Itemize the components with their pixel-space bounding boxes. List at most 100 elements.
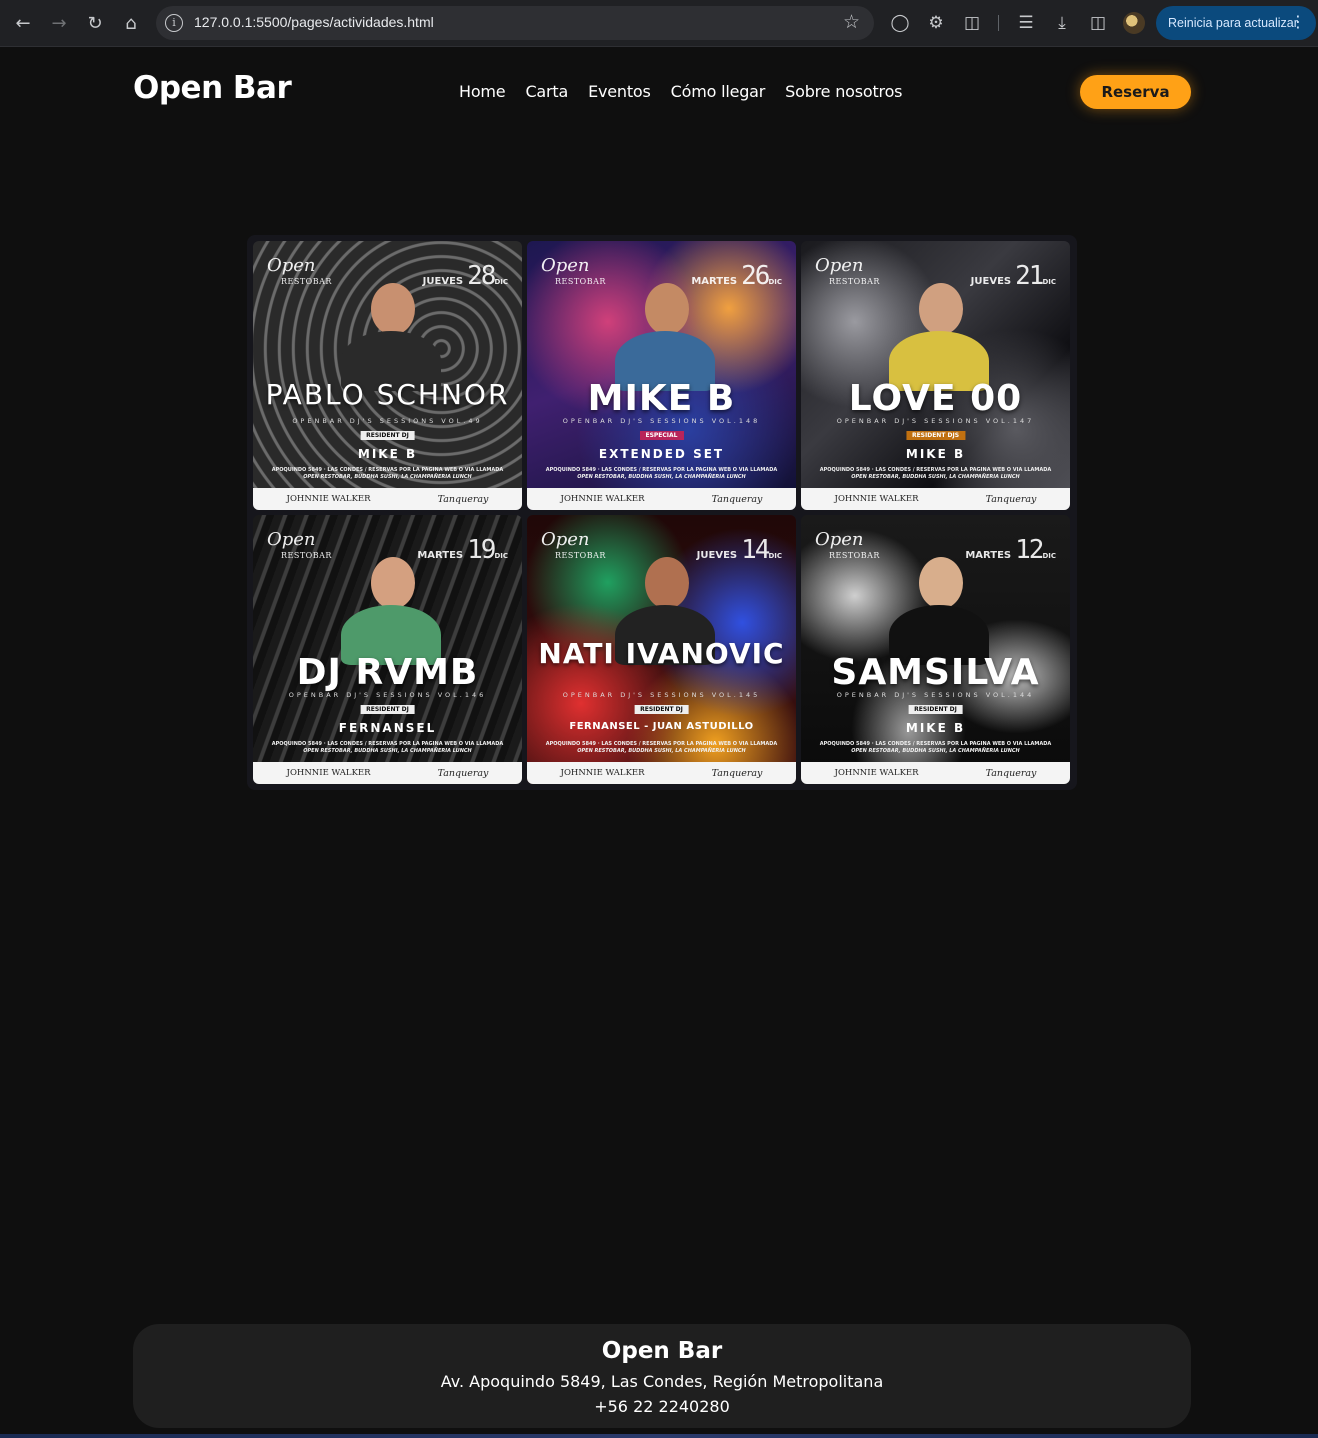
logo-subtext: RESTOBAR <box>555 277 606 286</box>
event-address: APOQUINDO 5849 · LAS CONDES / RESERVAS P… <box>545 467 778 473</box>
event-address: APOQUINDO 5849 · LAS CONDES / RESERVAS P… <box>271 741 504 747</box>
nav-link-home[interactable]: Home <box>459 82 506 101</box>
event-poster[interactable]: Open RESTOBAR MARTES 26DIC MIKE B OPENBAR … <box>527 241 796 510</box>
event-poster[interactable]: Open RESTOBAR JUEVES 28DIC PABLO SCHNOR OP… <box>253 241 522 510</box>
event-address: APOQUINDO 5849 · LAS CONDES / RESERVAS P… <box>271 467 504 473</box>
media-queue-icon[interactable]: ☰ <box>1014 11 1038 35</box>
sponsor-johnnie-walker: JOHNNIE WALKER <box>286 768 371 778</box>
more-vert-icon[interactable]: ⋮ <box>1290 13 1306 31</box>
gear-icon[interactable]: ⚙ <box>924 11 948 35</box>
event-act: MIKE B <box>357 447 418 461</box>
site-footer: Open Bar Av. Apoquindo 5849, Las Condes,… <box>133 1324 1191 1428</box>
nav-link-sobre-nosotros[interactable]: Sobre nosotros <box>785 82 902 101</box>
event-date: JUEVES 21DIC <box>971 261 1056 291</box>
event-weekday: JUEVES <box>970 276 1012 287</box>
reserva-button[interactable]: Reserva <box>1080 75 1191 109</box>
reload-icon[interactable]: ↻ <box>83 11 107 35</box>
dj-photo-head <box>919 283 963 335</box>
event-poster[interactable]: Open RESTOBAR MARTES 12DIC SAMSILVA OPENBA… <box>801 515 1070 784</box>
address-bar[interactable]: i 127.0.0.1:5500/pages/actividades.html … <box>156 6 874 40</box>
logo-subtext: RESTOBAR <box>829 551 880 560</box>
event-weekday: JUEVES <box>696 550 738 561</box>
sponsor-strip: JOHNNIE WALKER Tanqueray <box>527 762 796 784</box>
open-restobar-logo: Open RESTOBAR <box>267 531 332 563</box>
event-date: MARTES 12DIC <box>965 535 1056 565</box>
update-button-label: Reinicia para actualizar <box>1168 16 1298 30</box>
event-poster[interactable]: Open RESTOBAR JUEVES 21DIC LOVE 00 OPENBAR… <box>801 241 1070 510</box>
logo-subtext: RESTOBAR <box>281 551 332 560</box>
event-sessions: OPENBAR DJ'S SESSIONS VOL.146 <box>288 691 487 699</box>
sponsor-tanqueray: Tanqueray <box>711 767 763 779</box>
events-gallery: Open RESTOBAR JUEVES 28DIC PABLO SCHNOR OP… <box>247 235 1077 790</box>
back-icon[interactable]: ← <box>11 11 35 35</box>
event-poster[interactable]: Open RESTOBAR JUEVES 14DIC NATI IVANOVIC O… <box>527 515 796 784</box>
update-button[interactable]: Reinicia para actualizar ⋮ <box>1156 6 1316 40</box>
sponsor-johnnie-walker: JOHNNIE WALKER <box>560 494 645 504</box>
taskbar-edge <box>0 1434 1318 1438</box>
event-tag: RESIDENT DJ <box>908 705 963 714</box>
nav-link-eventos[interactable]: Eventos <box>588 82 651 101</box>
event-act: EXTENDED SET <box>598 447 725 461</box>
event-day-number: 26 <box>741 261 770 291</box>
dj-photo-head <box>371 557 415 609</box>
download-icon[interactable]: ⤓ <box>1050 11 1074 35</box>
event-sessions: OPENBAR DJ'S SESSIONS VOL.148 <box>562 417 761 425</box>
logo-text: Open <box>541 529 590 550</box>
sponsor-strip: JOHNNIE WALKER Tanqueray <box>801 762 1070 784</box>
site-brand[interactable]: Open Bar <box>133 70 292 106</box>
logo-text: Open <box>267 529 316 550</box>
sponsor-johnnie-walker: JOHNNIE WALKER <box>286 494 371 504</box>
home-icon[interactable]: ⌂ <box>119 11 143 35</box>
forward-icon[interactable]: → <box>47 11 71 35</box>
bookmark-star-icon[interactable]: ☆ <box>843 11 860 33</box>
browser-toolbar: ← → ↻ ⌂ i 127.0.0.1:5500/pages/actividad… <box>0 0 1318 47</box>
side-panel-icon[interactable]: ◫ <box>1086 11 1110 35</box>
event-sessions: OPENBAR DJ'S SESSIONS VOL.147 <box>836 417 1035 425</box>
logo-subtext: RESTOBAR <box>829 277 880 286</box>
event-tag: RESIDENT DJS <box>905 431 966 440</box>
event-headliner: LOVE 00 <box>848 378 1023 419</box>
sponsor-johnnie-walker: JOHNNIE WALKER <box>834 494 919 504</box>
event-date: MARTES 19DIC <box>417 535 508 565</box>
compass-icon[interactable]: ◯ <box>888 11 912 35</box>
event-headliner: PABLO SCHNOR <box>265 378 510 411</box>
open-restobar-logo: Open RESTOBAR <box>267 257 332 289</box>
sponsor-tanqueray: Tanqueray <box>985 493 1037 505</box>
dj-photo-head <box>919 557 963 609</box>
logo-text: Open <box>541 255 590 276</box>
nav-link-carta[interactable]: Carta <box>525 82 568 101</box>
event-headliner: NATI IVANOVIC <box>538 637 785 670</box>
nav-link-como-llegar[interactable]: Cómo llegar <box>671 82 766 101</box>
logo-text: Open <box>267 255 316 276</box>
event-tag: RESIDENT DJ <box>360 705 415 714</box>
dj-photo-head <box>645 283 689 335</box>
event-venues: OPEN RESTOBAR, BUDDHA SUSHI, LA CHAMPAÑE… <box>303 474 472 480</box>
event-day-number: 19 <box>467 535 496 565</box>
event-day-number: 28 <box>467 261 496 291</box>
event-sessions: OPENBAR DJ'S SESSIONS VOL.145 <box>562 691 761 699</box>
event-weekday: MARTES <box>965 550 1012 561</box>
address-bar-url[interactable]: 127.0.0.1:5500/pages/actividades.html <box>194 14 434 30</box>
open-restobar-logo: Open RESTOBAR <box>541 531 606 563</box>
profile-avatar[interactable] <box>1123 12 1145 34</box>
sponsor-johnnie-walker: JOHNNIE WALKER <box>834 768 919 778</box>
open-restobar-logo: Open RESTOBAR <box>541 257 606 289</box>
event-venues: OPEN RESTOBAR, BUDDHA SUSHI, LA CHAMPAÑE… <box>577 748 746 754</box>
event-month: DIC <box>768 278 782 286</box>
event-weekday: MARTES <box>691 276 738 287</box>
logo-text: Open <box>815 529 864 550</box>
event-act: MIKE B <box>905 721 966 735</box>
sponsor-johnnie-walker: JOHNNIE WALKER <box>560 768 645 778</box>
event-sessions: OPENBAR DJ'S SESSIONS VOL.144 <box>836 691 1035 699</box>
toolbar-divider <box>998 15 999 31</box>
sponsor-strip: JOHNNIE WALKER Tanqueray <box>253 488 522 510</box>
logo-text: Open <box>815 255 864 276</box>
event-act: FERNANSEL - JUAN ASTUDILLO <box>569 721 754 732</box>
event-poster[interactable]: Open RESTOBAR MARTES 19DIC DJ RVMB OPENBAR… <box>253 515 522 784</box>
event-month: DIC <box>768 552 782 560</box>
event-day-number: 21 <box>1015 261 1044 291</box>
open-restobar-logo: Open RESTOBAR <box>815 257 880 289</box>
extensions-icon[interactable]: ◫ <box>960 11 984 35</box>
site-info-icon[interactable]: i <box>165 14 183 32</box>
event-month: DIC <box>494 552 508 560</box>
